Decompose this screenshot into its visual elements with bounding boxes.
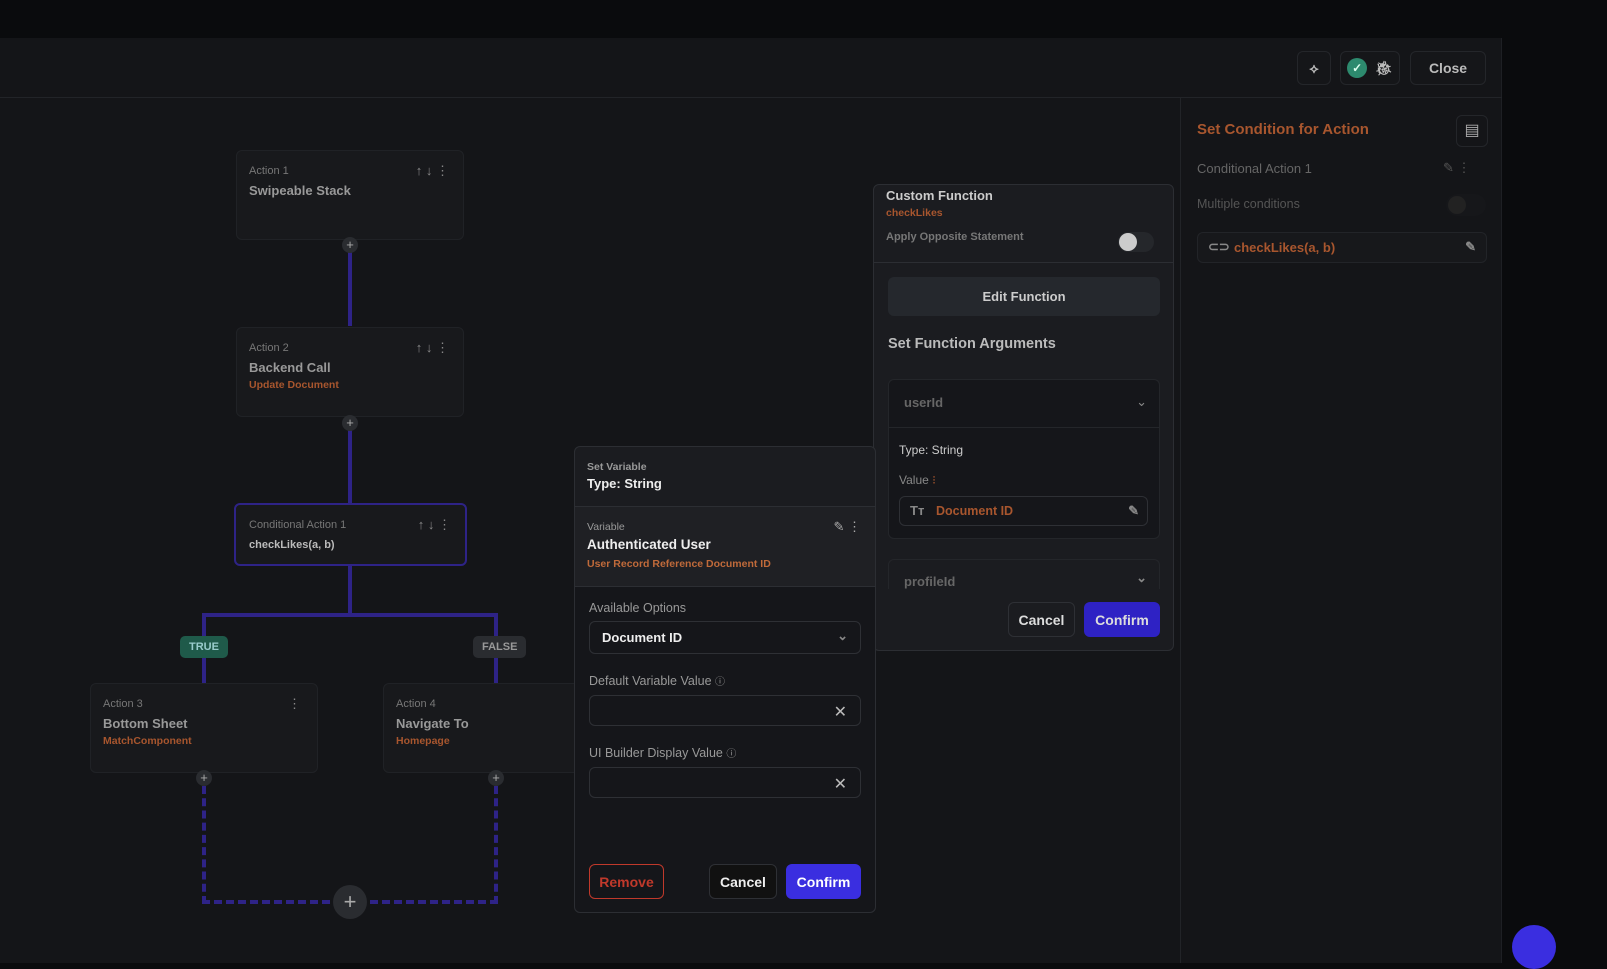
argument-profileid[interactable]: profileId ⌄ [888, 559, 1160, 589]
popup-title: Custom Function [886, 188, 993, 203]
action-subtitle: MatchComponent [103, 735, 192, 747]
argument-value-field[interactable]: Document ID Tт ✎ [899, 496, 1148, 526]
move-arrows-icon[interactable]: ↑ ↓ ⋮ [416, 340, 449, 356]
argument-userid: userId ⌄ Type: String Value ⁝ Document I… [888, 379, 1160, 539]
chevron-down-icon[interactable]: ⌄ [1136, 394, 1147, 410]
action-number: Action 3 [103, 698, 143, 710]
add-action-button[interactable]: + [342, 237, 358, 253]
add-action-button[interactable]: + [342, 415, 358, 431]
add-action-button[interactable]: + [488, 770, 504, 786]
connector [202, 613, 498, 617]
action-subtitle: Homepage [396, 735, 450, 747]
display-value-label: UI Builder Display Value ⓘ [589, 745, 736, 760]
text-type-icon: Tт [910, 503, 925, 518]
display-value-input[interactable]: ✕ [589, 767, 861, 798]
bug-icon: 🐞︎ [1375, 59, 1393, 76]
confirm-button[interactable]: Confirm [1084, 602, 1160, 637]
add-action-button[interactable]: + [333, 885, 367, 919]
action-card-4[interactable]: Action 4 Navigate To Homepage [383, 683, 583, 773]
editor-header [0, 38, 1502, 98]
move-arrows-icon[interactable]: ↑ ↓ ⋮ [418, 517, 451, 533]
value-label: Value [899, 473, 929, 487]
more-icon[interactable]: ⋮ [288, 696, 301, 712]
custom-function-popup: Custom Function checkLikes Apply Opposit… [873, 184, 1174, 651]
check-icon: ✓ [1347, 58, 1368, 78]
action-card-1[interactable]: Action 1 Swipeable Stack ↑ ↓ ⋮ [236, 150, 464, 240]
action-title: Swipeable Stack [249, 183, 351, 198]
function-name: checkLikes [886, 207, 943, 219]
default-value-input[interactable]: ✕ [589, 695, 861, 726]
action-number: Action 4 [396, 698, 436, 710]
popup-subtitle: Set Variable [587, 461, 647, 473]
remove-button[interactable]: Remove [589, 864, 664, 899]
help-button[interactable] [1512, 925, 1556, 969]
cancel-button[interactable]: Cancel [709, 864, 777, 899]
argument-value: Document ID [936, 504, 1014, 518]
options-dropdown[interactable]: Document ID ⌄ [589, 621, 861, 654]
chevron-down-icon: ⌄ [837, 628, 848, 643]
edit-icon[interactable]: ✎ ⋮ [1443, 160, 1471, 176]
argument-type: Type: String [899, 443, 964, 457]
edit-icon[interactable]: ✎ [1128, 503, 1139, 519]
add-note-icon[interactable]: ▤ [1456, 115, 1488, 147]
action-card-2[interactable]: Action 2 Backend Call Update Document ↑ … [236, 327, 464, 417]
info-icon: ⓘ [715, 677, 726, 688]
action-title: checkLikes(a, b) [249, 539, 335, 551]
action-subtitle: Update Document [249, 379, 339, 391]
label-text: UI Builder Display Value [589, 746, 723, 760]
edit-icon[interactable]: ✎ ⋮ [833, 519, 861, 535]
cancel-button[interactable]: Cancel [1008, 602, 1075, 637]
multiple-conditions-toggle[interactable] [1446, 194, 1486, 216]
clear-icon[interactable]: ✕ [834, 774, 847, 794]
add-action-button[interactable]: + [196, 770, 212, 786]
action-title: Navigate To [396, 716, 469, 731]
info-icon: ⓘ [726, 749, 737, 760]
popup-title: Type: String [587, 476, 662, 491]
connector [348, 566, 352, 616]
debug-button[interactable]: ✓ 🐞︎ [1340, 51, 1400, 85]
chevron-down-icon[interactable]: ⌄ [1136, 570, 1147, 586]
diamond-icon: ⟡ [1309, 59, 1319, 76]
condition-text: checkLikes(a, b) [1234, 240, 1336, 255]
args-title: Set Function Arguments [888, 336, 1056, 352]
action-card-3[interactable]: Action 3 Bottom Sheet MatchComponent ⋮ [90, 683, 318, 773]
edit-function-button[interactable]: Edit Function [888, 277, 1160, 316]
clear-icon[interactable]: ✕ [834, 702, 847, 722]
selected-option: Document ID [602, 630, 683, 645]
default-value-label: Default Variable Value ⓘ [589, 673, 725, 688]
edit-icon[interactable]: ✎ [1465, 239, 1476, 255]
argument-name: profileId [904, 574, 956, 589]
argument-name[interactable]: userId [889, 380, 1159, 428]
conditional-name: Conditional Action 1 [1197, 161, 1312, 176]
agent-button[interactable]: ⟡ [1297, 51, 1331, 85]
variable-path: User Record Reference Document ID [587, 558, 771, 570]
confirm-button[interactable]: Confirm [786, 864, 861, 899]
options-label: Available Options [589, 601, 687, 615]
action-title: Backend Call [249, 360, 331, 375]
move-arrows-icon[interactable]: ↑ ↓ ⋮ [416, 163, 449, 179]
multiple-conditions-label: Multiple conditions [1197, 197, 1300, 211]
true-badge: TRUE [180, 636, 228, 658]
close-button[interactable]: Close [1410, 51, 1486, 85]
connector [348, 430, 352, 504]
variable-icon: ⁝ [932, 473, 936, 487]
panel-title: Set Condition for Action [1197, 121, 1369, 138]
set-variable-popup: Set Variable Type: String Variable Authe… [574, 446, 876, 913]
toggle-icon: ⊂⊃ [1208, 239, 1230, 254]
false-badge: FALSE [473, 636, 527, 658]
condition-panel: Set Condition for Action ▤ Conditional A… [1180, 98, 1502, 963]
conditional-action-card[interactable]: Conditional Action 1 checkLikes(a, b) ↑ … [234, 503, 467, 566]
label-text: Default Variable Value [589, 674, 712, 688]
variable-name: Authenticated User [587, 537, 711, 552]
apply-opposite-toggle[interactable] [1118, 232, 1154, 252]
condition-item[interactable]: checkLikes(a, b) ⊂⊃ ✎ [1197, 232, 1487, 263]
variable-label: Variable [587, 521, 625, 533]
connector [348, 252, 352, 326]
action-title: Bottom Sheet [103, 716, 188, 731]
